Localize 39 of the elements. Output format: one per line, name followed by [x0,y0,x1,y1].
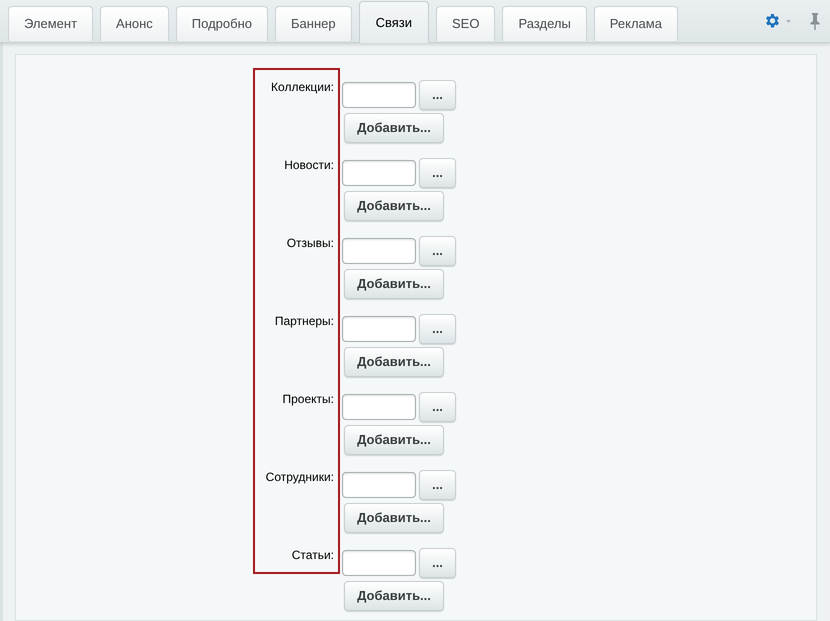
input-field[interactable] [342,160,416,186]
input-field[interactable] [342,238,416,264]
browse-button[interactable]: ... [419,236,456,266]
field-label: Партнеры: [274,314,334,328]
add-button[interactable]: Добавить... [344,581,444,611]
tab[interactable]: Баннер [275,6,352,41]
browse-button[interactable]: ... [419,314,456,344]
tab[interactable]: Разделы [502,6,587,41]
field-label: Отзывы: [286,236,334,250]
add-button[interactable]: Добавить... [344,425,444,455]
add-button[interactable]: Добавить... [344,269,444,299]
tab[interactable]: Подробно [176,6,268,41]
browse-button[interactable]: ... [419,470,456,500]
add-button[interactable]: Добавить... [344,113,444,143]
input-field[interactable] [342,550,416,576]
field-label: Новости: [284,158,334,172]
field-label: Сотрудники: [266,470,334,484]
tab[interactable]: Связи [358,1,430,43]
browse-button[interactable]: ... [419,392,456,422]
field-label: Коллекции: [271,80,334,94]
field-label: Статьи: [292,548,334,562]
add-button[interactable]: Добавить... [344,347,444,377]
caret-icon[interactable] [786,20,791,23]
tab[interactable]: Элемент [8,6,94,41]
input-field[interactable] [342,316,416,342]
input-field[interactable] [342,472,416,498]
browse-button[interactable]: ... [419,158,456,188]
browse-button[interactable]: ... [419,80,456,110]
pin-icon[interactable] [810,13,820,30]
input-field[interactable] [342,82,416,108]
tab[interactable]: SEO [436,6,496,41]
browse-button[interactable]: ... [419,548,456,578]
input-field[interactable] [342,394,416,420]
tab[interactable]: Анонс [100,6,169,41]
settings-icon[interactable] [765,14,780,29]
tab[interactable]: Реклама [594,6,678,41]
field-label: Проекты: [282,392,334,406]
add-button[interactable]: Добавить... [344,191,444,221]
add-button[interactable]: Добавить... [344,503,444,533]
